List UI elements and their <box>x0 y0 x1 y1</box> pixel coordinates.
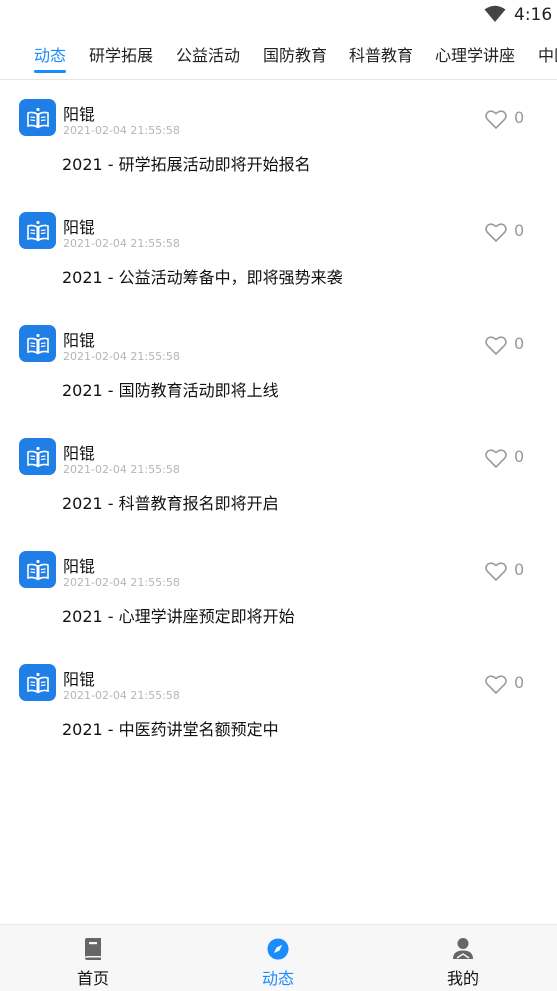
heart-icon[interactable] <box>484 108 508 130</box>
post-time: 2021-02-04 21:55:58 <box>63 576 180 589</box>
post-item[interactable]: 阳锟 2021-02-04 21:55:58 2021 - 中医药讲堂名额预定中… <box>0 646 557 759</box>
like-count: 0 <box>514 560 525 579</box>
tab-study-expansion[interactable]: 研学拓展 <box>89 42 153 66</box>
post-time: 2021-02-04 21:55:58 <box>63 237 180 250</box>
post-title[interactable]: 2021 - 心理学讲座预定即将开始 <box>62 603 295 627</box>
post-title[interactable]: 2021 - 国防教育活动即将上线 <box>62 377 279 401</box>
heart-icon[interactable] <box>484 334 508 356</box>
post-title[interactable]: 2021 - 研学拓展活动即将开始报名 <box>62 151 311 175</box>
post-author: 阳锟 <box>63 444 96 463</box>
open-book-icon <box>26 107 49 128</box>
tab-tcm[interactable]: 中医药讲堂 <box>538 42 557 66</box>
avatar[interactable] <box>19 551 56 588</box>
post-item[interactable]: 阳锟 2021-02-04 21:55:58 2021 - 国防教育活动即将上线… <box>0 307 557 420</box>
nav-home[interactable]: 首页 <box>33 925 153 991</box>
post-time: 2021-02-04 21:55:58 <box>63 124 180 137</box>
post-author: 阳锟 <box>63 670 96 689</box>
like-count: 0 <box>514 221 525 240</box>
post-title[interactable]: 2021 - 科普教育报名即将开启 <box>62 490 279 514</box>
compass-icon <box>267 938 289 960</box>
tab-psychology[interactable]: 心理学讲座 <box>435 42 515 66</box>
post-author: 阳锟 <box>63 105 96 124</box>
avatar[interactable] <box>19 99 56 136</box>
post-item[interactable]: 阳锟 2021-02-04 21:55:58 2021 - 科普教育报名即将开启… <box>0 420 557 533</box>
like-count: 0 <box>514 334 525 353</box>
heart-icon[interactable] <box>484 673 508 695</box>
post-author: 阳锟 <box>63 331 96 350</box>
wifi-icon <box>484 5 506 22</box>
post-time: 2021-02-04 21:55:58 <box>63 350 180 363</box>
post-time: 2021-02-04 21:55:58 <box>63 463 180 476</box>
bottom-nav: 首页 动态 我的 <box>0 924 557 991</box>
avatar[interactable] <box>19 438 56 475</box>
category-tabs: 动态 研学拓展 公益活动 国防教育 科普教育 心理学讲座 中医药讲堂 <box>0 30 557 80</box>
open-book-icon <box>26 672 49 693</box>
post-author: 阳锟 <box>63 218 96 237</box>
like-count: 0 <box>514 108 525 127</box>
tab-national-defense[interactable]: 国防教育 <box>263 42 327 66</box>
open-book-icon <box>26 446 49 467</box>
heart-icon[interactable] <box>484 560 508 582</box>
post-item[interactable]: 阳锟 2021-02-04 21:55:58 2021 - 心理学讲座预定即将开… <box>0 533 557 646</box>
nav-dynamic[interactable]: 动态 <box>218 925 338 991</box>
open-book-icon <box>26 220 49 241</box>
post-title[interactable]: 2021 - 中医药讲堂名额预定中 <box>62 716 279 740</box>
post-item[interactable]: 阳锟 2021-02-04 21:55:58 2021 - 公益活动筹备中，即将… <box>0 194 557 307</box>
nav-mine-label: 我的 <box>446 969 479 988</box>
like-count: 0 <box>514 673 525 692</box>
like-count: 0 <box>514 447 525 466</box>
tab-science[interactable]: 科普教育 <box>349 42 413 66</box>
nav-home-label: 首页 <box>76 969 109 988</box>
tab-indicator <box>34 70 66 73</box>
nav-dynamic-label: 动态 <box>261 969 294 988</box>
post-item[interactable]: 阳锟 2021-02-04 21:55:58 2021 - 研学拓展活动即将开始… <box>0 81 557 194</box>
post-title[interactable]: 2021 - 公益活动筹备中，即将强势来袭 <box>62 264 343 288</box>
user-icon <box>453 938 473 959</box>
avatar[interactable] <box>19 212 56 249</box>
avatar[interactable] <box>19 664 56 701</box>
open-book-icon <box>26 333 49 354</box>
nav-mine[interactable]: 我的 <box>403 925 523 991</box>
heart-icon[interactable] <box>484 221 508 243</box>
status-time: 4:16 <box>514 5 553 25</box>
tab-public-welfare[interactable]: 公益活动 <box>176 42 240 66</box>
open-book-icon <box>26 559 49 580</box>
book-icon <box>85 938 101 960</box>
post-author: 阳锟 <box>63 557 96 576</box>
status-bar: 4:16 <box>0 0 557 30</box>
avatar[interactable] <box>19 325 56 362</box>
heart-icon[interactable] <box>484 447 508 469</box>
tab-dynamic[interactable]: 动态 <box>34 42 66 66</box>
post-time: 2021-02-04 21:55:58 <box>63 689 180 702</box>
